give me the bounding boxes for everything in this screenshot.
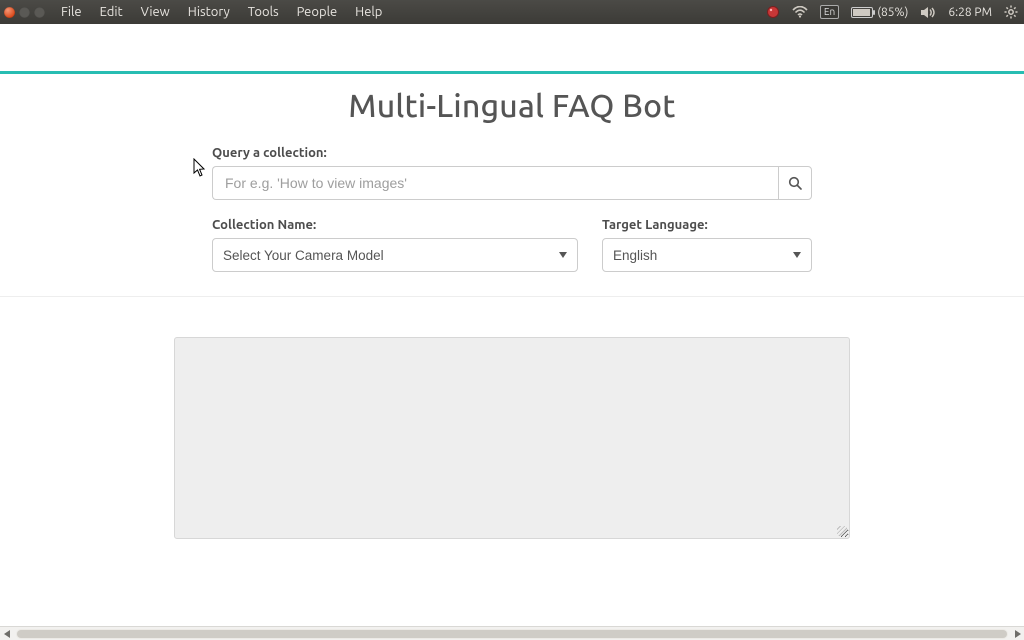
menu-edit[interactable]: Edit xyxy=(92,3,131,21)
clock[interactable]: 6:28 PM xyxy=(948,6,992,19)
menu-help[interactable]: Help xyxy=(347,3,390,21)
search-button[interactable] xyxy=(778,166,812,200)
keyboard-lang-indicator[interactable]: En xyxy=(820,5,839,19)
menu-history[interactable]: History xyxy=(180,3,238,21)
record-indicator-icon[interactable] xyxy=(766,5,780,19)
scrollbar-track[interactable] xyxy=(16,629,1008,639)
window-buttons xyxy=(4,7,45,18)
query-input-group xyxy=(212,166,812,200)
app-menu-list: File Edit View History Tools People Help xyxy=(53,3,390,21)
section-divider xyxy=(0,296,1024,297)
query-label: Query a collection: xyxy=(212,146,812,160)
results-textarea[interactable] xyxy=(174,337,850,539)
menu-file[interactable]: File xyxy=(53,3,90,21)
volume-icon[interactable] xyxy=(920,6,936,19)
collection-label: Collection Name: xyxy=(212,218,578,232)
horizontal-scrollbar[interactable] xyxy=(0,626,1024,640)
battery-percent: (85%) xyxy=(877,6,908,19)
window-minimize-button[interactable] xyxy=(19,7,30,18)
target-language-select[interactable]: English xyxy=(602,238,812,272)
menu-view[interactable]: View xyxy=(133,3,178,21)
search-icon xyxy=(788,176,802,190)
settings-gear-icon[interactable] xyxy=(1004,5,1018,19)
page-title: Multi-Lingual FAQ Bot xyxy=(0,88,1024,124)
scrollbar-thumb[interactable] xyxy=(17,630,1007,638)
collection-select[interactable]: Select Your Camera Model xyxy=(212,238,578,272)
scroll-left-arrow-icon[interactable] xyxy=(0,628,14,640)
menu-tools[interactable]: Tools xyxy=(240,3,287,21)
battery-indicator[interactable]: (85%) xyxy=(851,6,908,19)
os-menubar: File Edit View History Tools People Help… xyxy=(0,0,1024,24)
battery-icon xyxy=(851,7,873,18)
target-language-label: Target Language: xyxy=(602,218,812,232)
window-maximize-button[interactable] xyxy=(34,7,45,18)
menu-people[interactable]: People xyxy=(289,3,345,21)
wifi-icon[interactable] xyxy=(792,6,808,18)
window-close-button[interactable] xyxy=(4,7,15,18)
query-input[interactable] xyxy=(212,166,778,200)
system-tray: En (85%) 6:28 PM xyxy=(766,5,1018,19)
accent-divider xyxy=(0,71,1024,74)
scroll-right-arrow-icon[interactable] xyxy=(1010,628,1024,640)
